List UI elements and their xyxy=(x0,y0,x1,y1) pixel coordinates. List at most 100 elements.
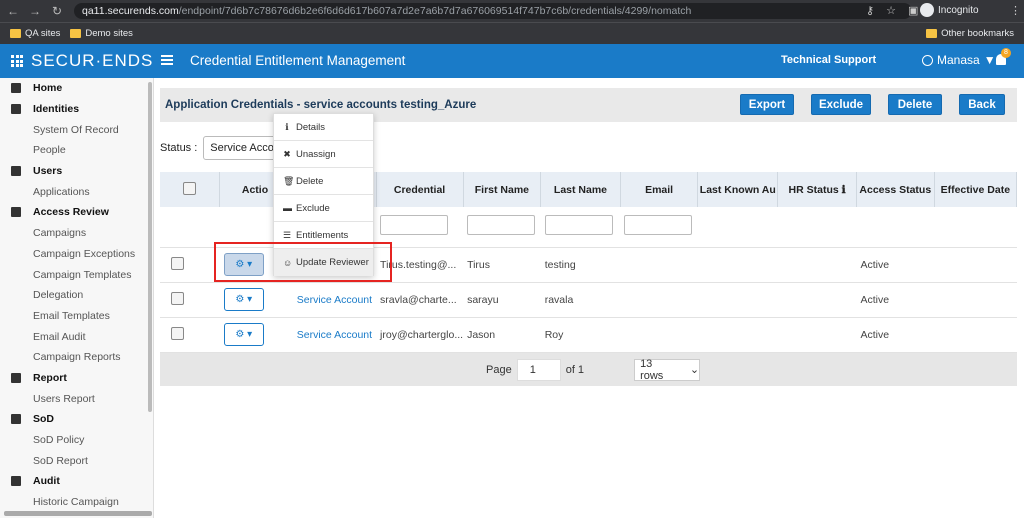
sidebar-item-label: Report xyxy=(33,371,67,384)
account-type-link[interactable]: Service Account xyxy=(297,329,372,341)
back-arrow-icon[interactable]: ← xyxy=(4,2,22,20)
menu-item-unassign[interactable]: ✖ Unassign xyxy=(274,141,373,168)
sidebar-item-audit[interactable]: Audit xyxy=(0,471,153,492)
email-cell xyxy=(620,317,698,353)
incognito-icon xyxy=(920,3,934,17)
sidebar-item-label: System Of Record xyxy=(33,123,119,136)
row-checkbox[interactable] xyxy=(171,326,184,340)
sidebar-item-email-audit[interactable]: Email Audit xyxy=(0,326,153,347)
sidebar-item-campaign-templates[interactable]: Campaign Templates xyxy=(0,264,153,285)
col-header[interactable]: Effective Date xyxy=(934,172,1018,207)
bookmark-qa-sites[interactable]: QA sites xyxy=(10,28,60,39)
sidebar-item-label: SoD Report xyxy=(33,454,88,467)
sidebar-item-system-of-record[interactable]: System Of Record xyxy=(0,119,153,140)
address-bar[interactable]: qa11.securends.com/endpoint/7d6b7c78676d… xyxy=(74,3,912,19)
status-select[interactable]: Service Account xyxy=(203,136,280,160)
page-label: Page xyxy=(486,363,512,376)
menu-item-details[interactable]: ℹ Details xyxy=(274,114,373,141)
apps-grid-icon[interactable] xyxy=(11,55,23,67)
folder-icon xyxy=(70,29,82,38)
user-name: Manasa xyxy=(937,53,980,67)
col-header[interactable]: Email xyxy=(620,172,699,207)
row-checkbox[interactable] xyxy=(171,256,184,270)
email-filter-input[interactable] xyxy=(624,215,693,236)
sidebar-item-home[interactable]: Home xyxy=(0,78,153,99)
sidebar-item-applications[interactable]: Applications xyxy=(0,181,153,202)
sidebar-item-delegation[interactable]: Delegation xyxy=(0,285,153,306)
sidebar-item-label: Applications xyxy=(33,185,90,198)
sidebar-item-report[interactable]: Report xyxy=(0,368,153,389)
forward-arrow-icon[interactable]: → xyxy=(26,2,44,20)
sidebar-item-users[interactable]: Users xyxy=(0,161,153,182)
delete-button[interactable]: Delete xyxy=(888,94,942,115)
bookmark-demo-sites[interactable]: Demo sites xyxy=(70,28,133,39)
col-header[interactable]: HR Status ℹ xyxy=(777,172,857,207)
col-header[interactable]: First Name xyxy=(463,172,542,207)
email-cell xyxy=(620,247,698,283)
menu-item-delete[interactable]: 🗑 Delete xyxy=(274,168,373,195)
menu-item-exclude[interactable]: ▬ Exclude xyxy=(274,195,373,222)
sidebar-item-sod[interactable]: SoD xyxy=(0,409,153,430)
pagination-bar: Page 1 of 1 13 rows ⌄ xyxy=(160,353,1017,386)
folder-icon xyxy=(926,29,938,38)
menu-toggle-icon[interactable] xyxy=(161,55,173,67)
rows-per-page-select[interactable]: 13 rows ⌄ xyxy=(634,358,701,382)
horizontal-scrollbar[interactable] xyxy=(4,511,152,516)
browser-menu-icon[interactable]: ⋮ xyxy=(1010,4,1021,17)
sidepanel-icon[interactable]: ▣ xyxy=(908,4,918,17)
row-checkbox[interactable] xyxy=(171,291,184,305)
sidebar-item-label: Campaigns xyxy=(33,227,87,240)
sidebar-item-historic-campaign[interactable]: Historic Campaign xyxy=(0,492,153,513)
sidebar-item-campaign-exceptions[interactable]: Campaign Exceptions xyxy=(0,244,153,265)
page-number-input[interactable]: 1 xyxy=(516,358,561,381)
sidebar-scrollbar[interactable] xyxy=(148,82,152,412)
bookmarks-bar: QA sites Demo sites Other bookmarks xyxy=(0,22,1024,44)
sidebar-item-people[interactable]: People xyxy=(0,140,153,161)
other-bookmarks[interactable]: Other bookmarks xyxy=(926,28,1014,39)
page-title: Credential Entitlement Management xyxy=(190,53,406,68)
credential-filter-input[interactable] xyxy=(380,215,449,236)
grid-icon xyxy=(11,207,21,218)
exclude-button[interactable]: Exclude xyxy=(811,94,871,115)
first-name-filter-input[interactable] xyxy=(467,215,536,236)
caret-down-icon: ▾ xyxy=(247,329,253,340)
select-all-checkbox[interactable] xyxy=(183,181,197,195)
table-row[interactable]: ⚙ ▾ Service Account jroy@charterglo... Jaso… xyxy=(160,317,1017,353)
col-header[interactable]: Last Known Au xyxy=(697,172,779,207)
technical-support-link[interactable]: Technical Support xyxy=(781,54,876,66)
gear-icon: ⚙ xyxy=(235,294,245,305)
logo: SECUR·ENDS xyxy=(31,51,154,70)
bookmark-label: QA sites xyxy=(25,28,61,39)
last-name-cell: testing xyxy=(540,247,621,283)
sidebar-item-sod-policy[interactable]: SoD Policy xyxy=(0,430,153,451)
export-button[interactable]: Export xyxy=(740,94,794,115)
reload-icon[interactable]: ↻ xyxy=(48,2,66,20)
annotation-highlight-box xyxy=(214,242,392,282)
email-cell xyxy=(620,282,698,318)
user-circle-icon xyxy=(922,54,933,66)
row-actions-button[interactable]: ⚙ ▾ xyxy=(223,323,264,346)
key-icon[interactable]: ⚷ xyxy=(866,4,874,17)
browser-toolbar: ← → ↻ qa11.securends.com/endpoint/7d6b7c… xyxy=(0,0,1024,22)
account-type-link[interactable]: Service Account xyxy=(297,294,372,306)
user-menu[interactable]: Manasa ▼ xyxy=(922,53,996,67)
last-name-filter-input[interactable] xyxy=(544,215,613,236)
col-header[interactable]: Last Name xyxy=(540,172,621,207)
sidebar-item-identities[interactable]: Identities xyxy=(0,99,153,120)
users-icon xyxy=(11,104,21,115)
sidebar-item-campaigns[interactable]: Campaigns xyxy=(0,223,153,244)
sidebar-item-sod-report[interactable]: SoD Report xyxy=(0,450,153,471)
sidebar-item-access-review[interactable]: Access Review xyxy=(0,202,153,223)
col-header[interactable]: Credential xyxy=(376,172,464,207)
incognito-indicator[interactable]: Incognito xyxy=(920,3,979,17)
menu-item-label: Details xyxy=(296,121,326,133)
sidebar-item-campaign-reports[interactable]: Campaign Reports xyxy=(0,347,153,368)
star-icon[interactable]: ☆ xyxy=(886,4,896,17)
credential-cell: jroy@charterglo... xyxy=(376,317,464,353)
sidebar-item-users-report[interactable]: Users Report xyxy=(0,388,153,409)
table-row[interactable]: ⚙ ▾ Service Account sravla@charte... sarayu… xyxy=(160,282,1017,318)
back-button[interactable]: Back xyxy=(959,94,1005,115)
sidebar-item-email-templates[interactable]: Email Templates xyxy=(0,306,153,327)
row-actions-button[interactable]: ⚙ ▾ xyxy=(223,288,264,311)
col-header[interactable]: Access Status xyxy=(856,172,935,207)
